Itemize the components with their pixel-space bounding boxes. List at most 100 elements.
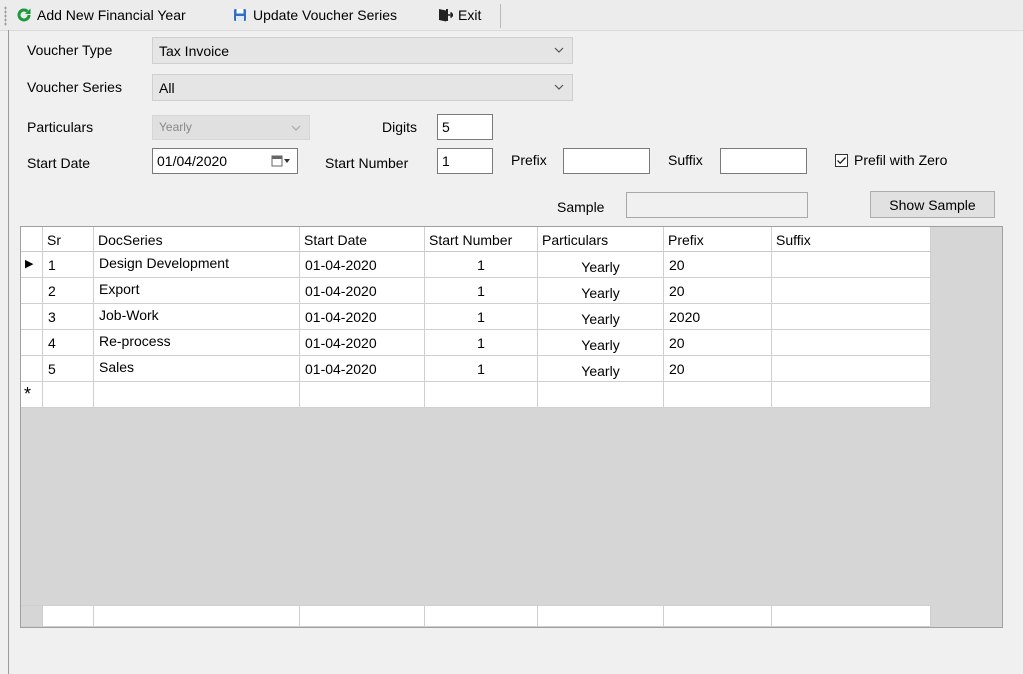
table-cell-prefix[interactable]: 20 xyxy=(664,330,772,356)
table-cell-sr[interactable]: 2 xyxy=(43,278,94,304)
column-header-sr[interactable]: Sr xyxy=(43,227,94,252)
row-header[interactable] xyxy=(21,278,43,304)
chevron-down-icon xyxy=(554,47,564,53)
footer-row-header xyxy=(21,605,43,627)
table-cell-start-date[interactable]: 01-04-2020 xyxy=(300,278,425,304)
table-cell-particulars[interactable]: Yearly xyxy=(538,330,664,356)
table-cell-start-number[interactable]: 1 xyxy=(425,278,538,304)
table-cell-docseries[interactable]: Re-process xyxy=(94,330,300,356)
update-voucher-series-button[interactable]: Update Voucher Series xyxy=(232,4,397,26)
add-financial-year-label: Add New Financial Year xyxy=(37,7,186,23)
sample-label: Sample xyxy=(557,199,605,215)
prefil-with-zero-checkbox[interactable]: Prefil with Zero xyxy=(835,152,947,168)
table-cell-particulars[interactable]: Yearly xyxy=(538,304,664,330)
toolbar: Add New Financial Year Update Voucher Se… xyxy=(0,0,1023,31)
voucher-type-value: Tax Invoice xyxy=(159,43,230,59)
current-row-marker: ▶ xyxy=(25,258,34,270)
digits-input[interactable]: 5 xyxy=(437,114,493,140)
start-date-value: 01/04/2020 xyxy=(157,153,228,169)
row-header[interactable] xyxy=(21,304,43,330)
toolbar-grip xyxy=(4,6,7,26)
table-cell-new[interactable] xyxy=(94,382,300,408)
table-cell-start-number[interactable]: 1 xyxy=(425,252,538,278)
table-cell-prefix[interactable]: 2020 xyxy=(664,304,772,330)
table-cell-start-date[interactable]: 01-04-2020 xyxy=(300,304,425,330)
column-header-prefix[interactable]: Prefix xyxy=(664,227,772,252)
table-cell-start-date[interactable]: 01-04-2020 xyxy=(300,356,425,382)
sample-field xyxy=(626,192,808,218)
start-date-picker[interactable]: 01/04/2020 xyxy=(152,148,298,174)
voucher-series-label: Voucher Series xyxy=(27,79,122,95)
table-cell-prefix[interactable]: 20 xyxy=(664,278,772,304)
row-header[interactable]: ▶ xyxy=(21,252,43,278)
table-cell-suffix[interactable] xyxy=(772,252,931,278)
chevron-down-icon xyxy=(291,125,301,131)
column-header-start-date[interactable]: Start Date xyxy=(300,227,425,252)
table-cell-sr[interactable]: 3 xyxy=(43,304,94,330)
table-cell-new[interactable] xyxy=(538,382,664,408)
start-number-input[interactable]: 1 xyxy=(437,148,493,174)
chevron-down-icon xyxy=(554,84,564,90)
prefix-label: Prefix xyxy=(511,152,547,168)
table-cell-new[interactable] xyxy=(664,382,772,408)
table-cell-start-date[interactable]: 01-04-2020 xyxy=(300,330,425,356)
toolbar-separator xyxy=(500,4,501,28)
digits-label: Digits xyxy=(382,119,418,135)
particulars-select[interactable]: Yearly xyxy=(152,115,310,140)
voucher-series-grid: Sr DocSeries Start Date Start Number Par… xyxy=(20,226,1003,628)
table-cell-suffix[interactable] xyxy=(772,304,931,330)
table-cell-prefix[interactable]: 20 xyxy=(664,252,772,278)
footer-cell xyxy=(300,605,425,627)
table-cell-docseries[interactable]: Job-Work xyxy=(94,304,300,330)
exit-button[interactable]: Exit xyxy=(437,4,481,26)
header-corner xyxy=(21,227,43,252)
table-cell-suffix[interactable] xyxy=(772,356,931,382)
table-cell-suffix[interactable] xyxy=(772,278,931,304)
suffix-label: Suffix xyxy=(668,152,703,168)
table-cell-start-number[interactable]: 1 xyxy=(425,356,538,382)
table-cell-new[interactable] xyxy=(43,382,94,408)
table-cell-sr[interactable]: 1 xyxy=(43,252,94,278)
table-cell-particulars[interactable]: Yearly xyxy=(538,356,664,382)
suffix-input[interactable] xyxy=(720,148,807,174)
table-cell-new[interactable] xyxy=(772,382,931,408)
show-sample-button[interactable]: Show Sample xyxy=(870,191,995,218)
column-header-start-number[interactable]: Start Number xyxy=(425,227,538,252)
table-cell-docseries[interactable]: Design Development xyxy=(94,252,300,278)
table-cell-suffix[interactable] xyxy=(772,330,931,356)
column-header-docseries[interactable]: DocSeries xyxy=(94,227,300,252)
footer-cell xyxy=(425,605,538,627)
table-cell-start-number[interactable]: 1 xyxy=(425,330,538,356)
row-header[interactable] xyxy=(21,330,43,356)
prefil-with-zero-label: Prefil with Zero xyxy=(854,152,948,168)
table-cell-sr[interactable]: 5 xyxy=(43,356,94,382)
calendar-icon[interactable] xyxy=(271,154,291,168)
table-cell-docseries[interactable]: Export xyxy=(94,278,300,304)
table-cell-sr[interactable]: 4 xyxy=(43,330,94,356)
add-financial-year-button[interactable]: Add New Financial Year xyxy=(16,4,186,26)
left-border xyxy=(8,30,9,674)
footer-cell xyxy=(664,605,772,627)
column-header-particulars[interactable]: Particulars xyxy=(538,227,664,252)
checkbox-checked-icon xyxy=(835,153,848,167)
exit-label: Exit xyxy=(458,7,482,23)
table-cell-start-number[interactable]: 1 xyxy=(425,304,538,330)
exit-icon xyxy=(439,9,453,22)
footer-cell xyxy=(94,605,300,627)
table-cell-particulars[interactable]: Yearly xyxy=(538,278,664,304)
update-voucher-series-label: Update Voucher Series xyxy=(253,7,397,23)
table-cell-particulars[interactable]: Yearly xyxy=(538,252,664,278)
table-cell-docseries[interactable]: Sales xyxy=(94,356,300,382)
row-header[interactable] xyxy=(21,356,43,382)
table-cell-prefix[interactable]: 20 xyxy=(664,356,772,382)
table-cell-start-date[interactable]: 01-04-2020 xyxy=(300,252,425,278)
column-header-suffix[interactable]: Suffix xyxy=(772,227,931,252)
prefix-input[interactable] xyxy=(563,148,650,174)
particulars-value: Yearly xyxy=(159,120,192,134)
table-cell-new[interactable] xyxy=(425,382,538,408)
row-header-new[interactable]: * xyxy=(21,382,43,408)
voucher-type-select[interactable]: Tax Invoice xyxy=(152,37,573,64)
table-cell-new[interactable] xyxy=(300,382,425,408)
voucher-series-select[interactable]: All xyxy=(152,74,573,101)
footer-cell xyxy=(538,605,664,627)
